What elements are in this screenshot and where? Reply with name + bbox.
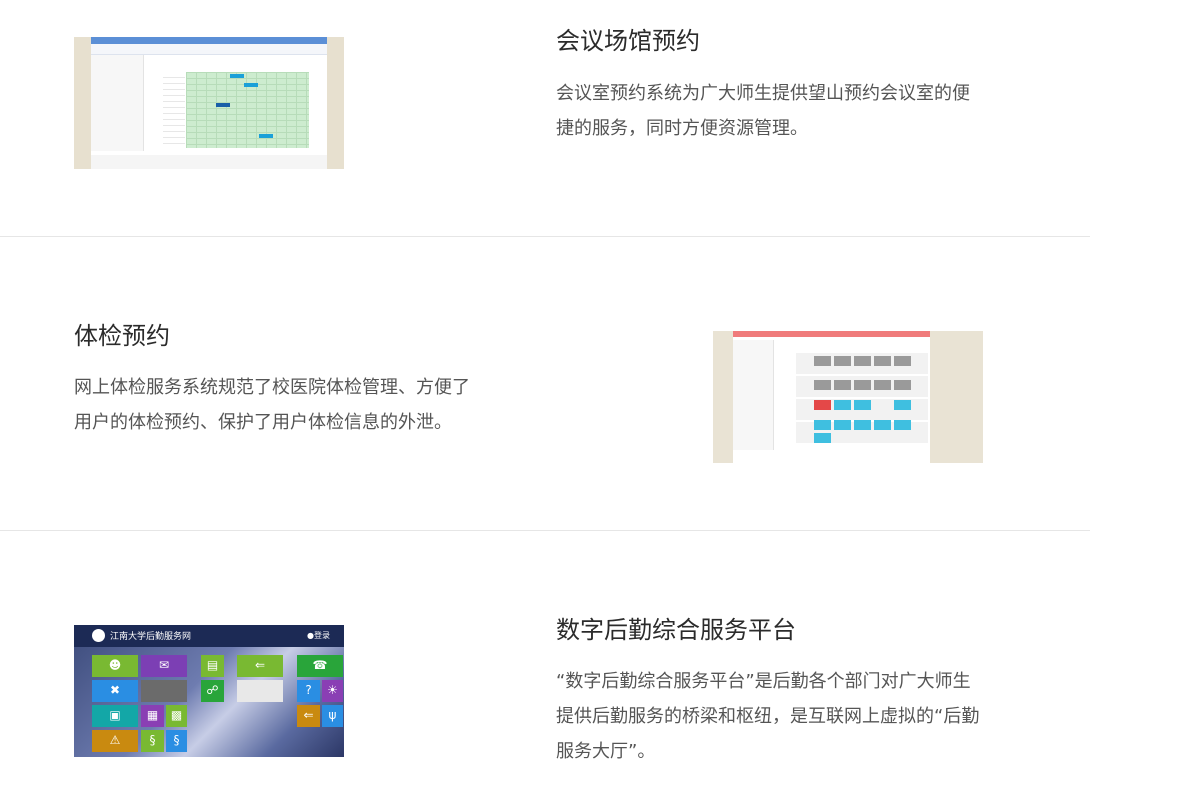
section-title-logistics: 数字后勤综合服务平台 <box>556 616 796 644</box>
screenshot-footer <box>91 155 327 169</box>
tile-blue: ψ <box>322 705 343 727</box>
screenshot-user-login: ●登录 <box>307 631 330 640</box>
slot-cell <box>814 380 831 390</box>
tile-green: ⇐ <box>237 655 283 677</box>
chat-icon: ✉ <box>158 657 170 672</box>
slot-cell <box>854 356 871 366</box>
slot-cell <box>874 380 891 390</box>
screenshot-window <box>91 37 327 169</box>
slot-cell <box>894 420 911 430</box>
slot-cell <box>834 356 851 366</box>
tile-green: § <box>141 730 164 752</box>
screenshot-booking-grid <box>186 72 309 148</box>
screenshot-toolbar <box>91 44 327 55</box>
slot-cell <box>814 420 831 430</box>
tile-green: ☍ <box>201 680 224 702</box>
slot-cell <box>854 420 871 430</box>
monitor-icon: ▣ <box>109 707 121 722</box>
tile-light <box>237 680 283 702</box>
screenshot-sidebar <box>91 55 144 151</box>
booking-block <box>244 83 258 87</box>
slot-cell <box>874 356 891 366</box>
tag-icon: § <box>173 732 180 747</box>
section-desc-logistics: “数字后勤综合服务平台”是后勤各个部门对广大师生提供后勤服务的桥梁和枢纽，是互联… <box>556 671 980 762</box>
tile-orange: ⚠ <box>92 730 138 752</box>
slot-cell <box>834 420 851 430</box>
slot-cell <box>814 356 831 366</box>
booking-block <box>216 103 230 107</box>
section-divider <box>0 530 1090 531</box>
screenshot-header-title: 江南大学后勤服务网 <box>110 632 192 642</box>
tile-green: ▩ <box>166 705 187 727</box>
booking-block <box>259 134 273 138</box>
slot-cell <box>894 356 911 366</box>
users-icon: ☻ <box>108 657 122 672</box>
section-desc-health: 网上体检服务系统规范了校医院体检管理、方便了用户的体检预约、保护了用户体检信息的… <box>74 377 470 433</box>
tile-green: ☎ <box>297 655 343 677</box>
slot-cell <box>874 420 891 430</box>
section-title-meeting: 会议场馆预约 <box>556 27 700 55</box>
chart-icon: ▤ <box>206 657 219 672</box>
tile-blue: ✖ <box>92 680 138 702</box>
door-icon: ⇐ <box>303 707 314 722</box>
tile-gray <box>141 680 187 702</box>
exit-icon: ⇐ <box>254 657 266 672</box>
slot-cell <box>894 400 911 410</box>
section-title-health: 体检预约 <box>74 322 170 350</box>
tag-icon: § <box>149 732 156 747</box>
help-icon: ? <box>305 682 312 697</box>
slot-cell <box>854 380 871 390</box>
screenshot-room-list <box>163 72 185 148</box>
section-desc-meeting: 会议室预约系统为广大师生提供望山预约会议室的便捷的服务，同时方便资源管理。 <box>556 83 970 139</box>
meeting-venue-thumbnail[interactable] <box>74 37 344 169</box>
usb-icon: ψ <box>328 707 337 722</box>
slot-cell <box>854 400 871 410</box>
health-check-thumbnail[interactable] <box>713 331 983 463</box>
tile-purple: ☀ <box>322 680 343 702</box>
warning-icon: ⚠ <box>109 732 121 747</box>
slot-cell <box>834 380 851 390</box>
slot-cell <box>814 400 831 410</box>
slot-cell <box>894 380 911 390</box>
building-icon: ▦ <box>146 707 159 722</box>
user-icon: ● <box>307 631 314 640</box>
screenshot-sidebar <box>733 340 774 450</box>
gift-icon: ▩ <box>170 707 183 722</box>
tile-purple: ✉ <box>141 655 187 677</box>
school-logo-icon <box>92 629 105 642</box>
screenshot-header <box>91 37 327 44</box>
booking-block <box>230 74 244 78</box>
tile-teal: ▣ <box>92 705 138 727</box>
tile-blue: § <box>166 730 187 752</box>
section-divider <box>0 236 1090 237</box>
tools-icon: ✖ <box>109 682 121 697</box>
weather-icon: ☀ <box>327 682 338 697</box>
tile-blue: ? <box>297 680 320 702</box>
tile-orange: ⇐ <box>297 705 320 727</box>
screenshot-header <box>733 331 930 337</box>
tile-green: ☻ <box>92 655 138 677</box>
screenshot-window <box>733 331 930 463</box>
logistics-platform-thumbnail[interactable]: 江南大学后勤服务网 ●登录 ☻ ✉ ▤ ⇐ ☎ ✖ ☍ ? ☀ ▣ ▦ ▩ ⇐ … <box>74 625 344 757</box>
share-icon: ☍ <box>206 682 219 697</box>
tile-green: ▤ <box>201 655 224 677</box>
screenshot-header: 江南大学后勤服务网 ●登录 <box>74 625 344 647</box>
slot-cell <box>834 400 851 410</box>
slot-cell <box>814 433 831 443</box>
tile-purple: ▦ <box>141 705 164 727</box>
phone-icon: ☎ <box>312 657 328 672</box>
screenshot-schedule-grid <box>796 353 928 443</box>
